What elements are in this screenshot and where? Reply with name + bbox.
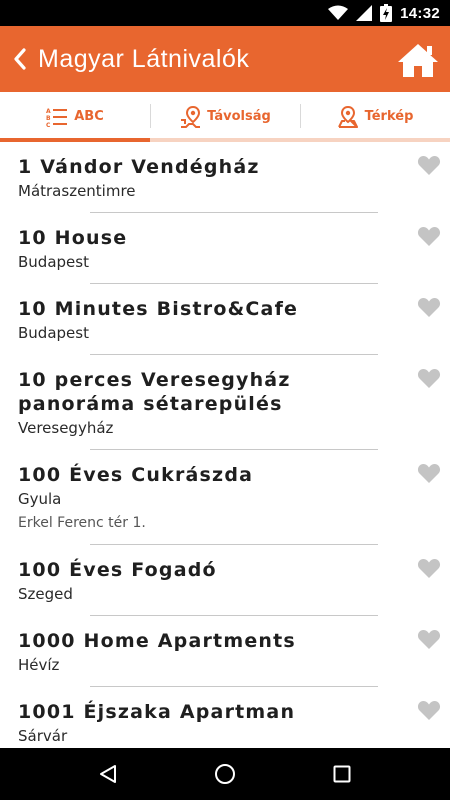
heart-icon[interactable] — [417, 367, 441, 389]
item-title: 10 perces Veresegyház panoráma sétarepül… — [18, 369, 291, 415]
nav-recents-button[interactable] — [312, 748, 372, 800]
heart-icon[interactable] — [417, 462, 441, 484]
tab-map-label: Térkép — [364, 109, 414, 124]
item-title: 1001 Éjszaka Apartman — [18, 701, 296, 723]
list-item[interactable]: 1001 Éjszaka Apartman Sárvár — [0, 687, 450, 748]
distance-pin-icon — [181, 105, 201, 128]
item-title: 1 Vándor Vendégház — [18, 156, 260, 178]
home-icon — [398, 44, 438, 77]
svg-text:C: C — [46, 122, 51, 127]
heart-icon[interactable] — [417, 557, 441, 579]
list-item[interactable]: 10 perces Veresegyház panoráma sétarepül… — [0, 355, 450, 450]
battery-charging-icon — [380, 4, 393, 22]
map-pin-icon — [337, 105, 358, 128]
item-city: Budapest — [18, 253, 89, 271]
item-city: Gyula — [18, 490, 62, 508]
square-recents-icon — [333, 765, 351, 783]
tab-separator — [150, 104, 151, 128]
item-title: 10 House — [18, 227, 128, 249]
list-item[interactable]: 1000 Home Apartments Hévíz — [0, 616, 450, 687]
app-bar: Magyar Látnivalók — [0, 26, 450, 92]
tab-abc-label: ABC — [74, 109, 104, 124]
tab-separator — [300, 104, 301, 128]
tab-distance[interactable]: Távolság — [150, 92, 300, 141]
item-city: Budapest — [18, 324, 89, 342]
signal-icon — [356, 5, 373, 21]
heart-icon[interactable] — [417, 296, 441, 318]
wifi-icon — [328, 5, 349, 21]
abc-list-icon: A B C — [46, 108, 68, 127]
circle-home-icon — [214, 764, 235, 784]
home-button[interactable] — [396, 40, 440, 80]
list-item[interactable]: 10 House Budapest — [0, 213, 450, 284]
triangle-back-icon — [100, 765, 117, 783]
app-title: Magyar Látnivalók — [38, 44, 250, 73]
tab-abc[interactable]: A B C ABC — [0, 92, 150, 141]
heart-icon[interactable] — [417, 699, 441, 721]
item-city: Sárvár — [18, 727, 68, 745]
chevron-left-icon — [14, 48, 26, 70]
item-title: 10 Minutes Bistro&Cafe — [18, 298, 299, 320]
list-item[interactable]: 100 Éves Fogadó Szeged — [0, 545, 450, 616]
places-list[interactable]: 1 Vándor Vendégház Mátraszentimre 10 Hou… — [0, 142, 450, 748]
nav-home-button[interactable] — [195, 748, 255, 800]
tab-bar: A B C ABC Távolság Térkép — [0, 92, 450, 142]
svg-text:A: A — [46, 108, 51, 115]
heart-icon[interactable] — [417, 225, 441, 247]
heart-icon[interactable] — [417, 154, 441, 176]
item-address: Erkel Ferenc tér 1. — [18, 515, 146, 531]
heart-icon[interactable] — [417, 628, 441, 650]
list-item[interactable]: 100 Éves Cukrászda Gyula Erkel Ferenc té… — [0, 450, 450, 545]
list-item[interactable]: 1 Vándor Vendégház Mátraszentimre — [0, 142, 450, 213]
nav-back-button[interactable] — [78, 748, 138, 800]
system-nav-bar — [0, 748, 450, 800]
tab-distance-label: Távolság — [207, 109, 271, 124]
tab-map[interactable]: Térkép — [300, 92, 450, 141]
item-city: Szeged — [18, 585, 73, 603]
item-title: 100 Éves Fogadó — [18, 559, 217, 581]
item-city: Veresegyház — [18, 419, 114, 437]
back-button[interactable] — [0, 26, 40, 92]
item-city: Mátraszentimre — [18, 182, 136, 200]
status-time: 14:32 — [400, 4, 440, 22]
item-title: 100 Éves Cukrászda — [18, 464, 254, 486]
svg-text:B: B — [46, 115, 51, 122]
status-bar: 14:32 — [0, 0, 450, 26]
list-item[interactable]: 10 Minutes Bistro&Cafe Budapest — [0, 284, 450, 355]
item-title: 1000 Home Apartments — [18, 630, 296, 652]
item-city: Hévíz — [18, 656, 60, 674]
